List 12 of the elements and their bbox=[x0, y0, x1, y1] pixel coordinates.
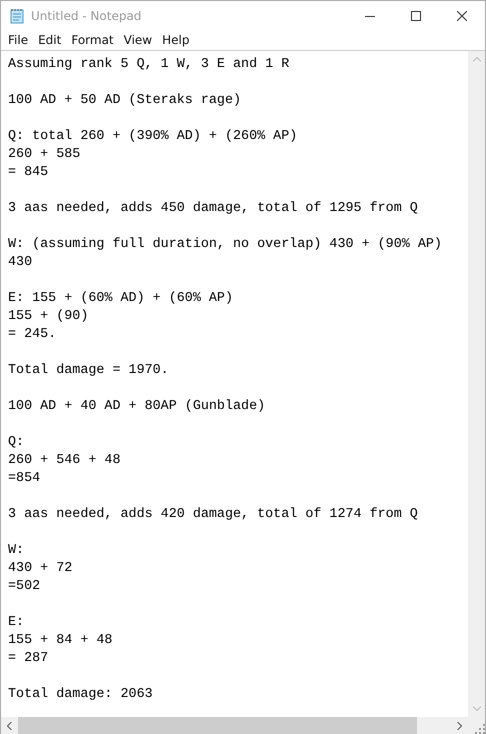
menu-item[interactable]: View bbox=[118, 30, 158, 50]
size-grip-icon[interactable] bbox=[475, 724, 485, 734]
menu-item[interactable]: Format bbox=[66, 30, 119, 50]
close-icon bbox=[457, 10, 467, 20]
document-text[interactable]: Assuming rank 5 Q, 1 W, 3 E and 1 R 100 AD + 50 AD (Steraks rage) Q: total 260 + (390% AD) + (260% AP) 260 + 585 = 845 3 aas needed, adds 450 damage, total of 1295 from Q W: (assuming full duration, no overlap) 430 + (90% AP) 430 E: 155 + (60% AD) + (60% AP) 155 + (90) = 245. Total damage = 1970. 100 AD + 40 AD + 80AP (Gunblade) Q: 260 + 546 + 48 =854 3 aas needed, adds 420 damage, total of 1274 from Q W: 430 + 72 =502 E: 155 + 84 + 48 = 287 Total damage: 2063 bbox=[1, 51, 468, 717]
menu-item[interactable]: File bbox=[3, 30, 34, 50]
maximize-icon bbox=[411, 10, 421, 20]
vertical-scrollbar[interactable] bbox=[468, 51, 485, 717]
menu-item[interactable]: Edit bbox=[33, 30, 66, 50]
menu-item[interactable]: Help bbox=[157, 30, 194, 50]
notepad-icon bbox=[9, 8, 25, 24]
window-title: Untitled - Notepad bbox=[31, 8, 142, 22]
